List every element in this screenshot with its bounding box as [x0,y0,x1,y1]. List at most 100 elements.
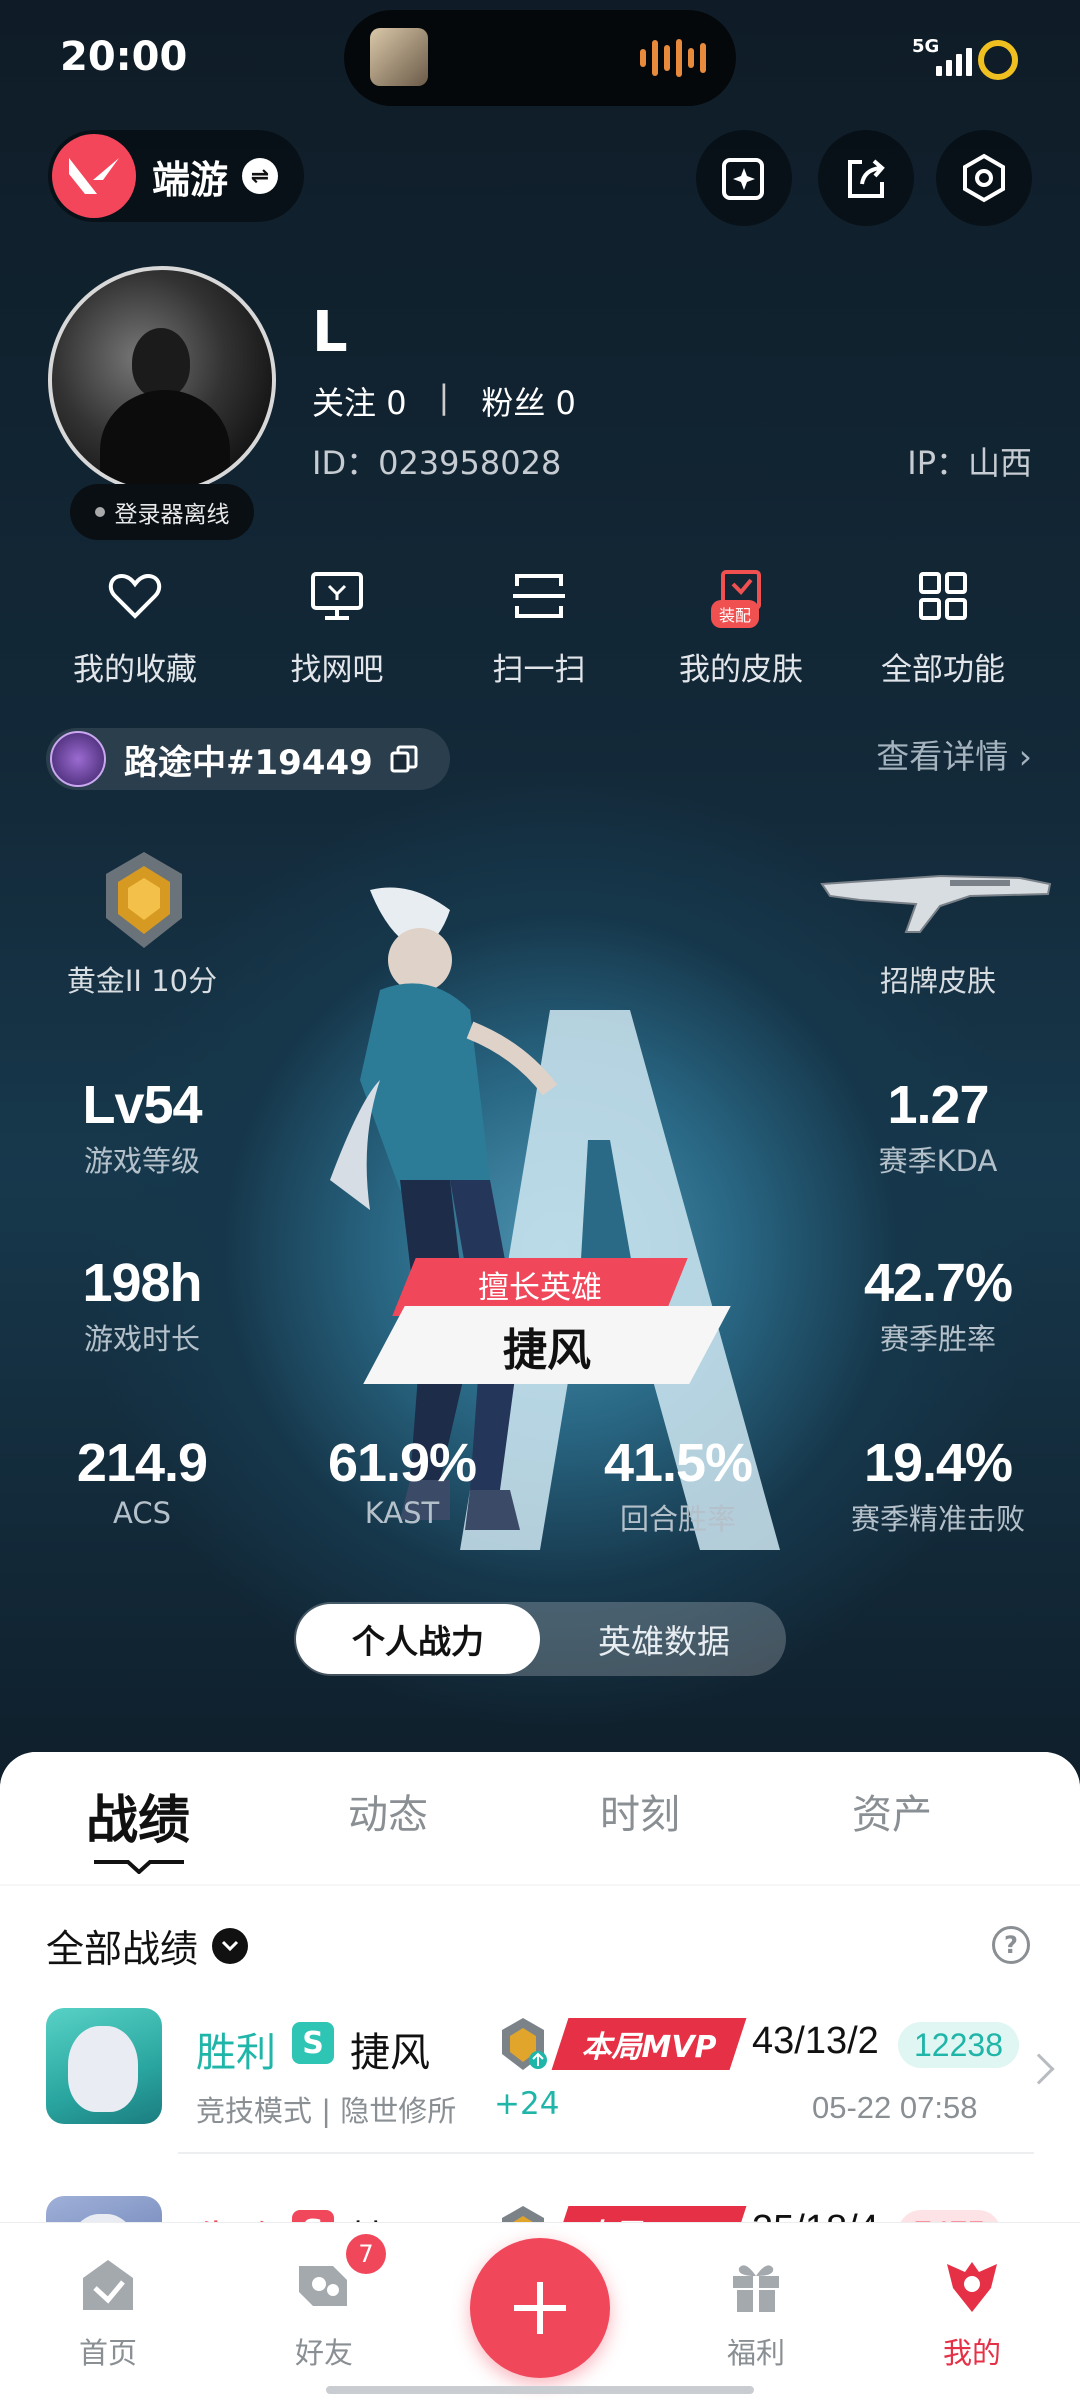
valorant-logo-icon [52,134,136,218]
match-row[interactable]: 胜利 S 捷风 竞技模式 | 隐世修所 +24 本局MVP 43/13/2 12… [0,2008,1080,2158]
stat-game-level: Lv54 游戏等级 [22,1074,262,1180]
nav-label: 福利 [726,2336,785,2370]
launcher-status-badge: 登录器离线 [70,484,254,540]
stat-acs: 214.9 ACS [22,1432,262,1530]
match-hero: 捷风 [350,2030,430,2076]
share-icon [848,159,885,198]
chevron-right-icon: › [1018,737,1032,776]
row-divider [178,2152,1034,2154]
all-functions-button[interactable]: 全部功能 [848,566,1038,689]
launcher-status-text: 登录器离线 [114,502,230,528]
stat-value: 1.27 [887,1075,989,1135]
stat-label: 游戏时长 [83,1322,200,1356]
switch-icon: ⇌ [242,158,279,194]
view-details-link[interactable]: 查看详情 › [876,730,1032,778]
tab-moments[interactable]: 时刻 [600,1782,680,1840]
tab-records[interactable]: 战绩 [86,1778,190,1853]
tab-indicator [94,1860,184,1874]
nav-rewards[interactable]: 福利 [676,2254,836,2372]
share-button[interactable] [818,130,914,226]
signal-icon [936,42,972,76]
hero-avatar [46,2008,162,2124]
stat-label: 赛季胜率 [879,1322,996,1356]
settings-hex-icon [963,153,1005,203]
favorites-button[interactable]: 我的收藏 [40,566,230,689]
my-skins-label: 我的皮肤 [679,652,803,688]
nav-me[interactable]: 我的 [892,2254,1052,2372]
status-dot-icon [94,507,105,517]
scan-icon [509,566,569,626]
grid-icon [913,566,973,626]
match-result: 胜利 [196,2030,276,2076]
help-icon[interactable]: ? [992,1926,1030,1964]
followers-label: 粉丝 [481,384,546,422]
dynamic-island[interactable] [344,10,736,106]
user-avatar[interactable] [48,266,276,494]
chevron-down-icon [212,1927,249,1964]
gift-icon [725,2254,787,2316]
find-netcafe-button[interactable]: 找网吧 [242,566,432,689]
scan-button[interactable]: 扫一扫 [444,566,634,689]
player-card-icon [50,731,106,787]
favorites-label: 我的收藏 [73,652,197,688]
stat-value: 198h [82,1253,202,1313]
stat-precision-kills: 19.4% 赛季精准击败 [818,1432,1058,1538]
username: L [312,300,348,365]
nav-friends[interactable]: 好友 [244,2254,404,2372]
stat-value: 41.5% [603,1433,753,1493]
stat-value: 61.9% [327,1433,477,1493]
follow-divider: | [438,378,450,416]
stat-value: 214.9 [76,1433,208,1493]
stats-segment-control: 个人战力 英雄数据 [294,1602,786,1676]
signature-skin-stat[interactable]: 招牌皮肤 [818,956,1058,1000]
stat-value: Lv54 [82,1075,202,1135]
tab-assets[interactable]: 资产 [852,1782,932,1840]
stat-play-time: 198h 游戏时长 [22,1252,262,1358]
avatar-head [132,328,190,398]
nav-home[interactable]: 首页 [28,2254,188,2372]
stat-value: 42.7% [863,1253,1013,1313]
game-switcher[interactable]: 端游 ⇌ [48,130,304,222]
avatar-body [100,390,230,490]
copy-icon[interactable] [389,744,419,774]
create-post-button[interactable] [470,2238,610,2378]
audio-wave-icon [640,38,706,78]
stat-season-kda: 1.27 赛季KDA [818,1074,1058,1180]
scan-label: 扫一扫 [492,652,586,688]
records-filter-label: 全部战绩 [46,1927,199,1971]
all-functions-label: 全部功能 [881,652,1005,688]
rank-stat: 黄金II 10分 [22,956,262,1000]
followers-link[interactable]: 粉丝 0 [481,378,576,424]
nav-label: 好友 [294,2336,353,2370]
profile-agent-icon [941,2254,1003,2316]
game-account-pill[interactable]: 路途中#19449 [46,728,450,790]
monitor-icon [307,566,367,626]
following-label: 关注 [312,384,377,422]
status-time: 20:00 [60,34,188,80]
plus-icon [514,2282,566,2334]
stat-label: KAST [364,1496,440,1530]
following-link[interactable]: 关注 0 [312,378,407,424]
segment-hero-data[interactable]: 英雄数据 [542,1602,786,1676]
segment-personal-power[interactable]: 个人战力 [296,1604,540,1674]
stat-label: 赛季精准击败 [850,1502,1025,1536]
chevron-right-icon [1023,2053,1055,2085]
friends-icon [293,2254,355,2316]
match-tier-badge: S [292,2022,334,2064]
battery-icon [978,40,1018,80]
my-skins-button[interactable]: 装配 我的皮肤 [646,566,836,689]
favorite-hero-name: 捷风 [503,1325,591,1376]
settings-button[interactable] [936,130,1032,226]
nav-label: 首页 [78,2336,137,2370]
stat-label: 回合胜率 [619,1502,736,1536]
game-account-name: 路途中#19449 [124,742,373,783]
tab-activity[interactable]: 动态 [348,1782,428,1840]
match-kda: 43/13/2 [752,2020,879,2062]
card-sparkle-button[interactable] [696,130,792,226]
view-details-label: 查看详情 [876,737,1009,776]
stat-kast: 61.9% KAST [282,1432,522,1530]
records-filter[interactable]: 全部战绩 [46,1918,249,1973]
stat-label: ACS [113,1496,171,1530]
stat-round-winrate: 41.5% 回合胜率 [558,1432,798,1538]
signature-skin-label: 招牌皮肤 [879,964,996,998]
